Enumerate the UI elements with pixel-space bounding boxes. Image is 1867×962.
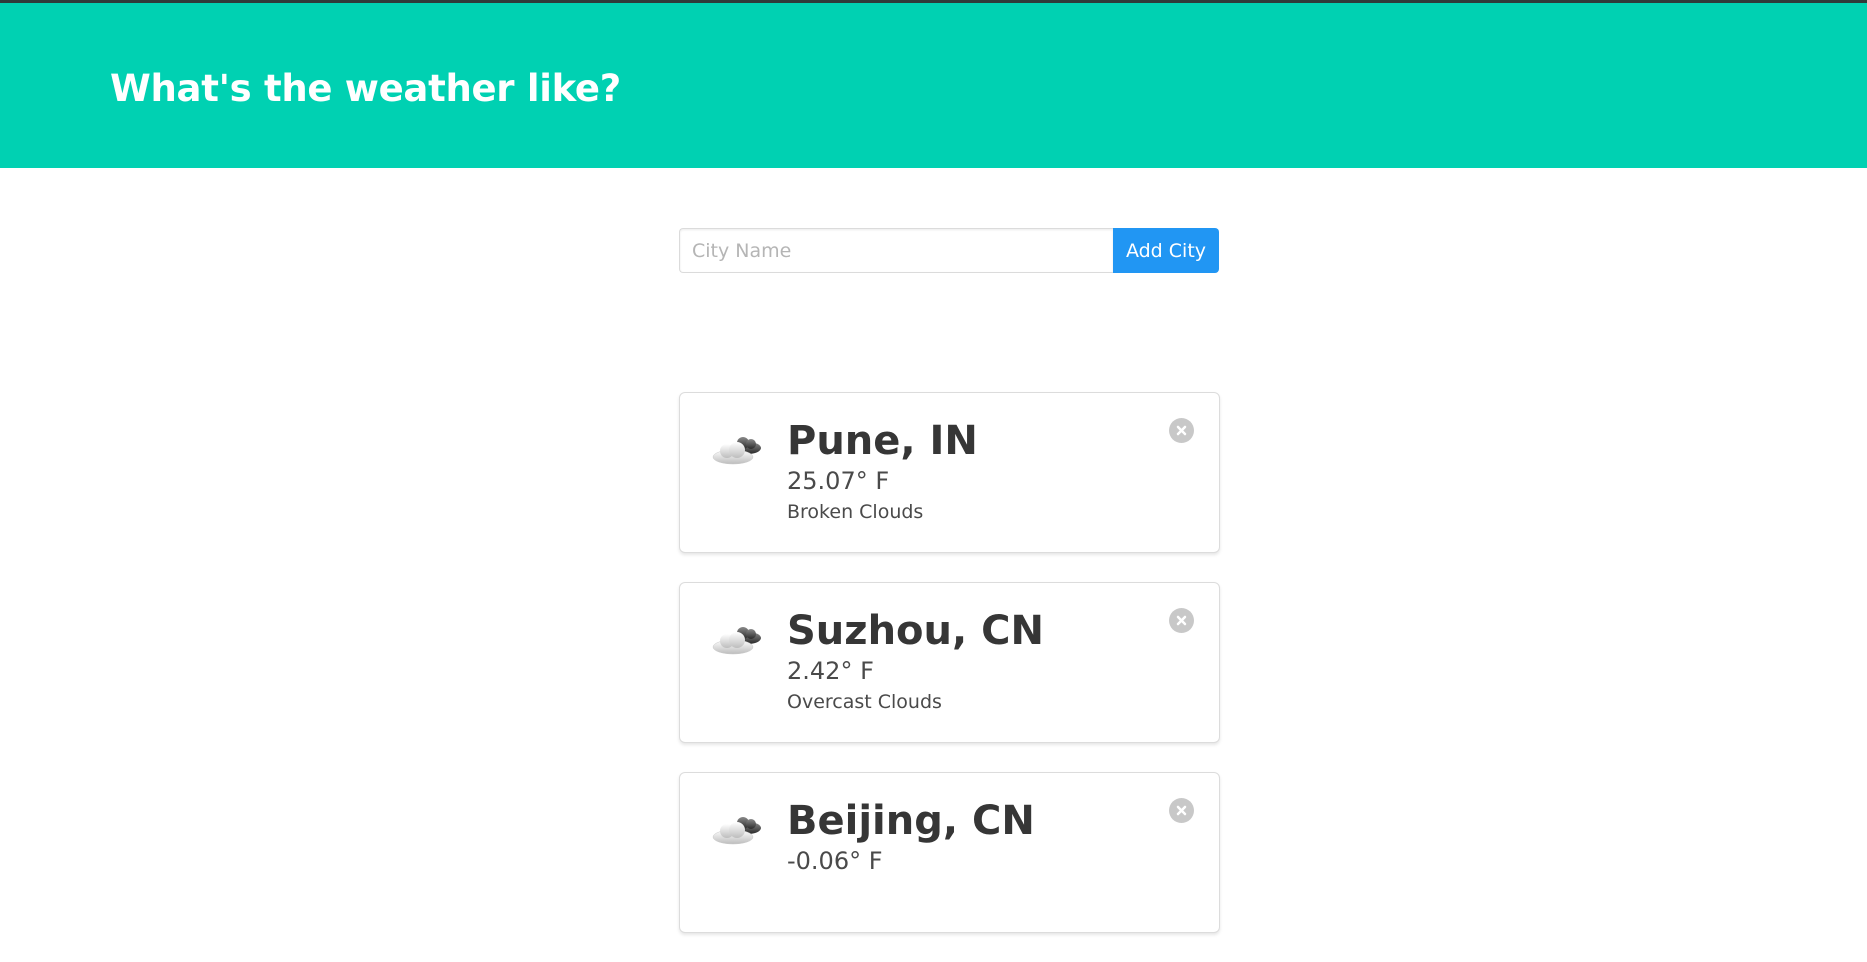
weather-description: Broken Clouds — [787, 501, 924, 523]
city-name-input[interactable] — [679, 228, 1113, 273]
overcast-clouds-icon — [712, 627, 761, 655]
city-card: Pune, IN 25.07° F Broken Clouds — [679, 392, 1220, 553]
temperature: 2.42° F — [787, 657, 874, 685]
broken-clouds-icon — [712, 817, 761, 845]
delete-city-button[interactable] — [1169, 798, 1194, 823]
broken-clouds-icon — [712, 437, 761, 465]
add-city-button[interactable]: Add City — [1113, 228, 1219, 273]
city-name: Pune, IN — [787, 418, 978, 464]
header: What's the weather like? — [0, 3, 1867, 168]
page-title: What's the weather like? — [110, 67, 621, 110]
weather-description: Overcast Clouds — [787, 691, 942, 713]
add-city-form: Add City — [679, 228, 1219, 273]
city-card: Beijing, CN -0.06° F — [679, 772, 1220, 933]
close-icon — [1176, 425, 1187, 436]
delete-city-button[interactable] — [1169, 608, 1194, 633]
temperature: -0.06° F — [787, 847, 883, 875]
delete-city-button[interactable] — [1169, 418, 1194, 443]
close-icon — [1176, 615, 1187, 626]
close-icon — [1176, 805, 1187, 816]
city-list: Pune, IN 25.07° F Broken Clouds Suzhou, … — [679, 392, 1220, 962]
city-card: Suzhou, CN 2.42° F Overcast Clouds — [679, 582, 1220, 743]
city-name: Suzhou, CN — [787, 608, 1044, 654]
temperature: 25.07° F — [787, 467, 890, 495]
city-name: Beijing, CN — [787, 798, 1035, 844]
